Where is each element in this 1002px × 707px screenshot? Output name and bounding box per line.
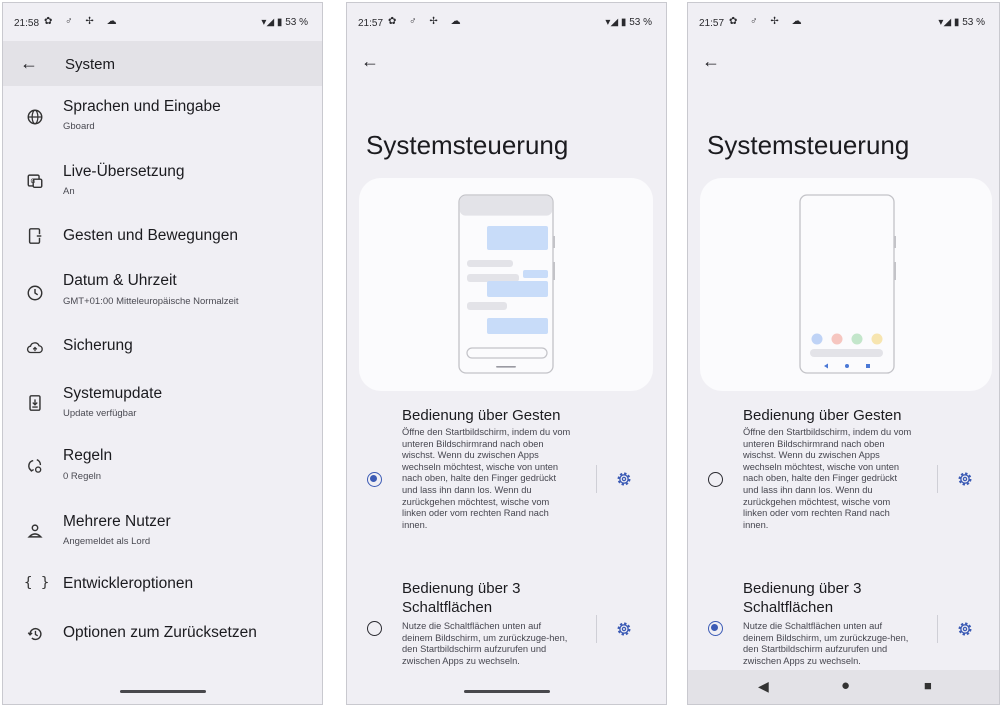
gear-icon[interactable] [956,470,974,488]
gesture-illustration [359,178,653,391]
navigation-mode-screen-buttons: 21:57 ✿ ♂ ✢ ☁ ▾◢ ▮ 53 % ← Systemsteuerun… [687,2,1000,705]
status-bar: 21:57 ✿ ♂ ✢ ☁ ▾◢ ▮ 53 % [347,3,666,41]
item-subtitle: Angemeldet als Lord [63,536,151,547]
item-subtitle: An [63,186,75,197]
item-title: Datum & Uhrzeit [63,272,177,289]
gesture-handle[interactable] [463,690,550,693]
item-subtitle: GMT+01:00 Mitteleuropäische Normalzeit [63,296,239,307]
option-three-buttons[interactable]: Bedienung über 3 Schaltflächen Nutze die… [347,576,666,676]
page-title: Systemsteuerung [707,130,910,160]
divider [596,615,597,643]
item-title: Entwickleroptionen [63,575,194,592]
svg-text:G: G [31,178,36,185]
status-time: 21:57 [699,18,725,29]
arrow-left-icon[interactable]: ← [702,51,720,72]
page-title: Systemsteuerung [366,130,569,160]
status-right: ▾◢ ▮ 53 % [261,17,308,28]
option-gestures[interactable]: Bedienung über Gesten Öffne den Startbil… [688,403,999,555]
gear-icon[interactable] [956,620,974,638]
item-title: Gesten und Bewegungen [63,227,238,244]
item-title: Sicherung [63,337,133,354]
status-bar: 21:57 ✿ ♂ ✢ ☁ ▾◢ ▮ 53 % [688,3,999,41]
settings-item-languages[interactable]: Sprachen und Eingabe Gboard [3,95,322,145]
cloud-backup-icon [26,342,43,354]
arrow-left-icon[interactable]: ← [20,53,38,74]
option-title: Bedienung über Gesten [743,407,902,424]
radio-gestures[interactable] [708,472,723,487]
phone-chat-illustration [458,194,555,374]
settings-item-gestures[interactable]: Gesten und Bewegungen [3,221,322,251]
option-description: Öffne den Startbildschirm, indem du vom … [743,427,912,530]
settings-item-multiple-users[interactable]: Mehrere Nutzer Angemeldet als Lord [3,510,322,560]
notification-icons: ✿ ♂ ✢ ☁ [729,16,807,27]
status-time: 21:58 [14,18,40,29]
option-three-buttons[interactable]: Bedienung über 3 Schaltflächen Nutze die… [688,576,999,676]
braces-icon: { } [24,575,50,591]
item-title: Live-Übersetzung [63,163,185,180]
system-update-icon [29,395,41,411]
rules-icon [28,459,42,473]
clock-icon [27,285,43,301]
option-title: Bedienung über Gesten [402,407,561,424]
settings-item-system-update[interactable]: Systemupdate Update verfügbar [3,384,322,434]
nav-recents-button[interactable]: ■ [924,678,932,693]
nav-home-button[interactable]: ● [841,677,850,694]
page-title: System [65,56,116,73]
radio-gestures[interactable] [367,472,382,487]
app-bar: ← System [3,41,322,86]
translate-icon: G [27,174,43,189]
battery-percent: 53 % [629,17,652,28]
settings-item-date-time[interactable]: Datum & Uhrzeit GMT+01:00 Mitteleuropäis… [3,271,322,321]
option-title: Bedienung über 3 Schaltflächen [402,580,521,616]
phone-gesture-icon [28,228,42,244]
divider [596,465,597,493]
person-icon [27,524,43,538]
radio-three-buttons[interactable] [367,621,382,636]
radio-three-buttons[interactable] [708,621,723,636]
settings-item-reset-options[interactable]: Optionen zum Zurücksetzen [3,620,322,650]
option-description: Nutze die Schaltflächen unten auf deinem… [402,621,568,666]
item-subtitle: 0 Regeln [63,471,102,482]
history-icon [27,627,42,641]
option-title: Bedienung über 3 Schaltflächen [743,580,862,616]
settings-item-live-translate[interactable]: G Live-Übersetzung An [3,158,322,208]
notification-icons: ✿ ♂ ✢ ☁ [388,16,466,27]
divider [937,615,938,643]
option-gestures[interactable]: Bedienung über Gesten Öffne den Startbil… [347,403,666,555]
gesture-handle[interactable] [119,690,206,693]
status-right: ▾◢ ▮ 53 % [938,17,985,28]
system-settings-screen: 21:58 ✿ ♂ ✢ ☁ ▾◢ ▮ 53 % ← System Sprache… [2,2,323,705]
divider [937,465,938,493]
gear-icon[interactable] [615,620,633,638]
arrow-left-icon[interactable]: ← [361,51,379,72]
item-title: Sprachen und Eingabe [63,98,221,115]
battery-percent: 53 % [285,17,308,28]
nav-back-button[interactable]: ◀ [758,678,769,695]
settings-item-backup[interactable]: Sicherung [3,333,322,363]
gear-icon[interactable] [615,470,633,488]
navigation-mode-screen-gestures: 21:57 ✿ ♂ ✢ ☁ ▾◢ ▮ 53 % ← Systemsteuerun… [346,2,667,705]
item-subtitle: Update verfügbar [63,408,137,419]
option-description: Öffne den Startbildschirm, indem du vom … [402,427,571,530]
phone-home-illustration [799,194,896,374]
buttons-illustration [700,178,992,391]
globe-icon [27,109,43,125]
status-time: 21:57 [358,18,384,29]
item-title: Regeln [63,447,113,464]
status-bar: 21:58 ✿ ♂ ✢ ☁ ▾◢ ▮ 53 % [3,3,322,41]
navigation-bar: ◀ ● ■ [688,670,999,704]
item-title: Systemupdate [63,385,163,402]
battery-percent: 53 % [962,17,985,28]
settings-item-developer-options[interactable]: { } Entwickleroptionen [3,571,322,601]
notification-icons: ✿ ♂ ✢ ☁ [44,16,122,27]
item-title: Mehrere Nutzer [63,513,171,530]
item-title: Optionen zum Zurücksetzen [63,624,257,641]
status-right: ▾◢ ▮ 53 % [605,17,652,28]
option-description: Nutze die Schaltflächen unten auf deinem… [743,621,909,666]
item-subtitle: Gboard [63,121,95,132]
settings-item-rules[interactable]: Regeln 0 Regeln [3,446,322,496]
